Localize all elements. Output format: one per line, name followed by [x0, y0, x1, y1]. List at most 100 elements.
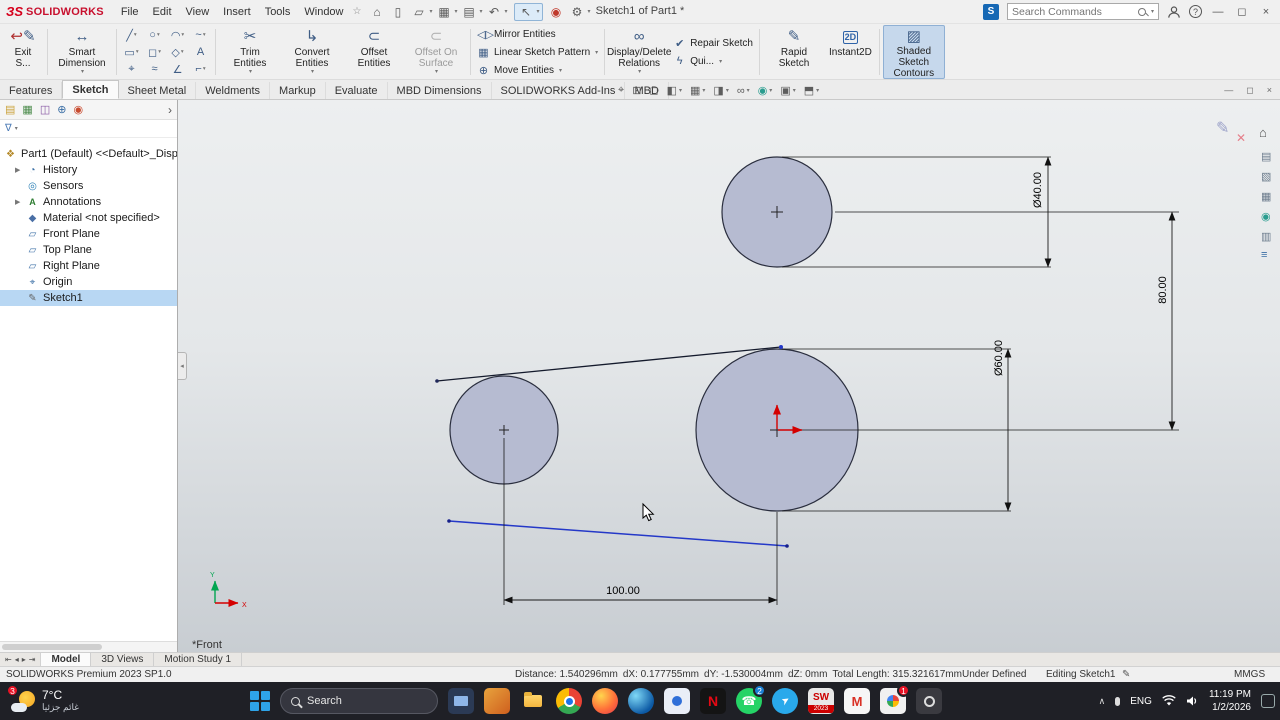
gmail-icon[interactable]: M: [844, 688, 870, 714]
whatsapp-icon[interactable]: ☎2: [736, 688, 762, 714]
tab-sheet-metal[interactable]: Sheet Metal: [119, 82, 197, 99]
open-icon[interactable]: ▱: [409, 4, 428, 20]
tab-3d-views[interactable]: 3D Views: [91, 653, 154, 666]
expand-chevron-icon[interactable]: ▶: [15, 166, 22, 174]
solidworks-app-icon[interactable]: SW2023: [808, 688, 834, 714]
trim-caret-icon[interactable]: ▾: [249, 69, 252, 76]
menu-file[interactable]: File: [114, 3, 146, 21]
expand-chevron-icon[interactable]: ▶: [15, 198, 22, 206]
display-delete-caret-icon[interactable]: ▾: [638, 69, 641, 76]
hide-show-items-icon[interactable]: ∞▾: [737, 85, 750, 97]
prev-tab-icon[interactable]: ◂: [15, 655, 19, 664]
help-icon[interactable]: ?: [1189, 5, 1202, 18]
panel-splitter-handle[interactable]: ◂: [178, 352, 187, 380]
home-view-icon[interactable]: ⌂: [1259, 125, 1267, 140]
dimxpertmanager-tab-icon[interactable]: ⊕: [57, 103, 66, 116]
menu-edit[interactable]: Edit: [146, 3, 179, 21]
tab-features[interactable]: Features: [0, 82, 62, 99]
convert-caret-icon[interactable]: ▾: [311, 69, 314, 76]
last-tab-icon[interactable]: ⇥: [29, 655, 36, 664]
tree-item-right-plane[interactable]: ▱ Right Plane: [0, 258, 177, 274]
previous-view-icon[interactable]: ◻: [649, 84, 658, 97]
menu-window[interactable]: Window: [297, 3, 350, 21]
tree-item-front-plane[interactable]: ▱ Front Plane: [0, 226, 177, 242]
search-input[interactable]: [1012, 6, 1134, 18]
doc-restore-icon[interactable]: ◻: [1246, 85, 1253, 96]
dimension-80[interactable]: 80.00: [1157, 276, 1169, 304]
next-tab-icon[interactable]: ▸: [22, 655, 26, 664]
netflix-icon[interactable]: N: [700, 688, 726, 714]
search-icon[interactable]: [1138, 8, 1146, 16]
search-caret-icon[interactable]: ▾: [1151, 8, 1154, 15]
open-caret-icon[interactable]: ▾: [429, 8, 432, 15]
search-scope-icon[interactable]: S: [983, 4, 999, 20]
tab-markup[interactable]: Markup: [270, 82, 326, 99]
shaded-sketch-contours-button[interactable]: ▨ Shaded Sketch Contours: [883, 25, 945, 79]
tree-item-top-plane[interactable]: ▱ Top Plane: [0, 242, 177, 258]
line-tool-icon[interactable]: ╱▾: [120, 27, 143, 44]
tab-model[interactable]: Model: [41, 653, 91, 666]
notification-center-icon[interactable]: [1261, 694, 1275, 708]
arc-tool-icon[interactable]: ◠▾: [166, 27, 189, 44]
tab-solidworks-addins[interactable]: SOLIDWORKS Add-Ins: [492, 82, 626, 99]
rectangle-tool-icon[interactable]: ▭▾: [120, 44, 143, 61]
command-search[interactable]: ▾: [1007, 3, 1159, 20]
filter-caret-icon[interactable]: ▾: [15, 125, 18, 132]
tree-item-annotations[interactable]: ▶ A Annotations: [0, 194, 177, 210]
smart-dimension-button[interactable]: ↔ Smart Dimension ▾: [51, 25, 113, 79]
options-gear-icon[interactable]: ⚙: [568, 4, 587, 20]
volume-icon[interactable]: [1186, 695, 1199, 707]
wifi-icon[interactable]: [1162, 695, 1176, 707]
sketch-point[interactable]: [447, 519, 451, 523]
task-view-button[interactable]: [448, 688, 474, 714]
edge-icon[interactable]: [628, 688, 654, 714]
zoom-area-icon[interactable]: ⊡: [632, 84, 641, 97]
view-settings-icon[interactable]: ⬒▾: [804, 84, 819, 97]
zoom-fit-icon[interactable]: ⌖: [618, 84, 624, 97]
home-icon[interactable]: ⌂: [367, 4, 386, 20]
tree-item-sketch1[interactable]: ✎ Sketch1: [0, 290, 177, 306]
language-indicator[interactable]: ENG: [1130, 696, 1152, 707]
weather-widget[interactable]: 3 7°C غائم جزئيا: [4, 685, 86, 717]
view-strip-icon[interactable]: ▦: [1261, 191, 1271, 203]
quick-snaps-caret-icon[interactable]: ▾: [719, 58, 722, 65]
print-icon[interactable]: ▤: [460, 4, 479, 20]
print-caret-icon[interactable]: ▾: [480, 8, 483, 15]
configurationmanager-tab-icon[interactable]: ◫: [40, 103, 50, 116]
display-style-icon[interactable]: ◨▾: [713, 84, 728, 97]
taskbar-search[interactable]: Search: [280, 688, 438, 714]
rapid-sketch-button[interactable]: ✎ Rapid Sketch: [763, 25, 825, 79]
text-tool-icon[interactable]: A: [189, 44, 212, 61]
tree-root-part[interactable]: ❖ Part1 (Default) <<Default>_Display S: [0, 146, 177, 162]
section-view-icon[interactable]: ◧▾: [667, 84, 682, 97]
exit-sketch-corner-icon[interactable]: ✎: [1216, 120, 1229, 137]
tree-item-sensors[interactable]: ◎ Sensors: [0, 178, 177, 194]
sketch-point[interactable]: [785, 544, 789, 548]
view-strip-icon[interactable]: ▥: [1261, 231, 1271, 243]
hidden-icons-chevron[interactable]: ∧: [1099, 696, 1106, 707]
angle-tool-icon[interactable]: ∠: [166, 61, 189, 78]
equation-tool-icon[interactable]: ≈: [143, 61, 166, 78]
scrollbar-thumb[interactable]: [2, 644, 102, 650]
tree-filter-bar[interactable]: ∇ ▾: [0, 120, 177, 138]
mirror-entities-button[interactable]: ◁▷Mirror Entities: [474, 27, 601, 42]
menu-view[interactable]: View: [179, 3, 217, 21]
sketch-point[interactable]: [779, 345, 783, 349]
save-icon[interactable]: ▦: [434, 4, 453, 20]
view-orientation-icon[interactable]: ▦▾: [690, 84, 705, 97]
sketch-point[interactable]: [435, 379, 439, 383]
chrome-icon[interactable]: [556, 688, 582, 714]
dimension-diameter-60[interactable]: Ø60.00: [993, 340, 1005, 376]
smart-dimension-caret-icon[interactable]: ▾: [81, 69, 84, 76]
minimize-button[interactable]: —: [1210, 6, 1226, 18]
move-entities-button[interactable]: ⊕Move Entities▾: [474, 63, 601, 78]
app-icon-blue[interactable]: [664, 688, 690, 714]
tab-motion-study-1[interactable]: Motion Study 1: [154, 653, 242, 666]
graphics-area[interactable]: Ø40.00 80.00 Ø60.00 100.00 Y: [178, 100, 1280, 652]
linear-pattern-caret-icon[interactable]: ▾: [595, 49, 598, 56]
doc-close-icon[interactable]: ×: [1267, 85, 1272, 96]
pin-menu-icon[interactable]: ☆: [353, 6, 362, 17]
save-caret-icon[interactable]: ▾: [454, 8, 457, 15]
spline-tool-icon[interactable]: ~▾: [189, 27, 212, 44]
select-caret-icon[interactable]: ▾: [537, 8, 540, 15]
